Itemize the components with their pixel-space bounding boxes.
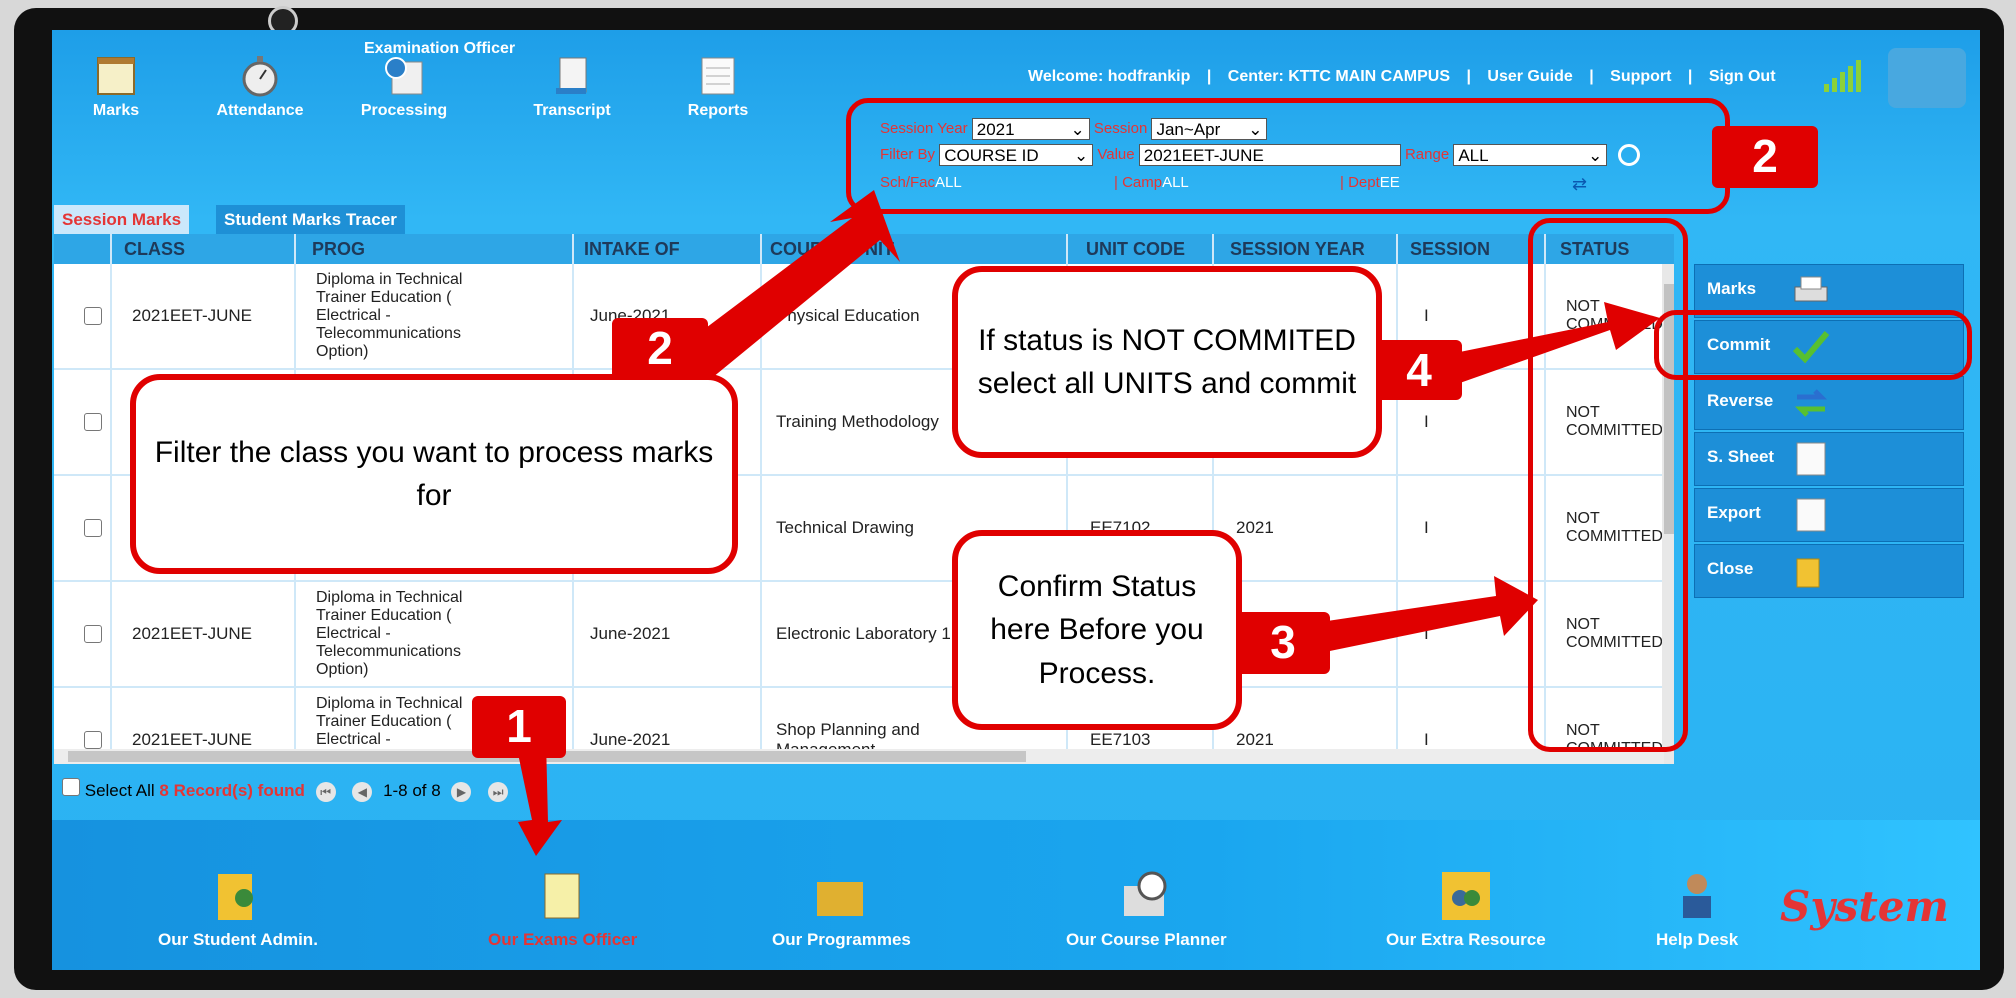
nav-processing[interactable]: Processing	[344, 54, 464, 120]
nav-course-planner[interactable]: Our Course Planner	[1066, 868, 1227, 950]
select-all-label: Select All	[84, 781, 155, 800]
top-links: Welcome: hodfrankip | Center: KTTC MAIN …	[1028, 68, 1776, 85]
bottom-nav: Our Student Admin. Our Exams Officer Our…	[52, 820, 1980, 970]
document-icon	[556, 57, 587, 94]
reverse-button[interactable]: Reverse	[1694, 376, 1964, 430]
close-button[interactable]: Close	[1694, 544, 1964, 598]
center-text: Center: KTTC MAIN CAMPUS	[1227, 68, 1450, 85]
commit-highlight	[1654, 310, 1972, 380]
nav-reports[interactable]: Reports	[658, 54, 778, 120]
folders-icon	[817, 882, 864, 916]
last-page-icon[interactable]: ⏭	[488, 781, 509, 802]
status-highlight	[1528, 218, 1688, 752]
record-count: 8 Record(s) found	[159, 781, 305, 800]
table-row[interactable]: 2021EET-JUNE Diploma in Technical Traine…	[54, 582, 1664, 688]
tab-session-marks[interactable]: Session Marks	[54, 205, 190, 235]
nav-programmes[interactable]: Our Programmes	[772, 868, 911, 950]
filter-highlight	[846, 98, 1730, 214]
horizontal-scrollbar[interactable]	[54, 749, 1664, 764]
system-logo: System	[1780, 882, 1949, 931]
notepad-icon	[97, 57, 135, 95]
export-icon	[1796, 498, 1826, 532]
sheet-icon	[1796, 442, 1826, 476]
page-range: 1-8 of 8	[383, 781, 441, 800]
row-checkbox[interactable]	[84, 519, 102, 537]
step-4-badge: 4	[1376, 340, 1462, 400]
step-2-badge-top: 2	[1712, 126, 1818, 188]
sign-out-link[interactable]: Sign Out	[1709, 68, 1776, 85]
pager: Select All 8 Record(s) found ⏮ ◀ 1-8 of …	[62, 778, 514, 802]
row-checkbox[interactable]	[84, 625, 102, 643]
next-page-icon[interactable]: ▶	[451, 781, 472, 802]
select-all-checkbox[interactable]	[62, 778, 80, 796]
step-1-badge: 1	[472, 696, 566, 758]
prev-page-icon[interactable]: ◀	[352, 781, 373, 802]
step-2-badge: 2	[612, 318, 708, 380]
user-guide-link[interactable]: User Guide	[1487, 68, 1572, 85]
step-3-badge: 3	[1236, 612, 1330, 674]
reverse-arrows-icon	[1794, 389, 1828, 417]
nav-exams-officer[interactable]: Our Exams Officer	[488, 868, 637, 950]
users-icon	[1441, 872, 1490, 920]
nav-marks[interactable]: Marks	[56, 54, 176, 120]
row-checkbox[interactable]	[84, 731, 102, 749]
stopwatch-icon	[242, 56, 278, 97]
row-checkbox[interactable]	[84, 307, 102, 325]
confirm-callout: Confirm Status here Before you Process.	[952, 530, 1242, 730]
export-button[interactable]: Export	[1694, 488, 1964, 542]
welcome-text: Welcome: hodfrankip	[1028, 68, 1191, 85]
notepad-icon	[544, 873, 580, 919]
first-page-icon[interactable]: ⏮	[315, 781, 336, 802]
tab-student-marks-tracer[interactable]: Student Marks Tracer	[216, 205, 405, 235]
commit-callout: If status is NOT COMMITED select all UNI…	[952, 266, 1382, 458]
printer-icon	[1794, 276, 1828, 302]
score-sheet-button[interactable]: S. Sheet	[1694, 432, 1964, 486]
gear-doc-icon	[385, 57, 423, 95]
nav-student-admin[interactable]: Our Student Admin.	[158, 868, 318, 950]
filter-callout: Filter the class you want to process mar…	[130, 374, 738, 574]
report-icon	[701, 57, 735, 95]
folder-user-icon	[217, 874, 253, 920]
table-header: CLASS PROG INTAKE OF COURSE UNIT UNIT CO…	[54, 234, 1674, 264]
nav-attendance[interactable]: Attendance	[200, 54, 320, 120]
kttc-logo	[1888, 48, 1966, 108]
row-checkbox[interactable]	[84, 413, 102, 431]
signal-icon	[1824, 60, 1861, 92]
support-link[interactable]: Support	[1610, 68, 1671, 85]
nav-help-desk[interactable]: Help Desk	[1656, 868, 1738, 950]
clock-planner-icon	[1124, 871, 1167, 916]
folder-icon	[1796, 558, 1820, 588]
help-desk-icon	[1683, 874, 1712, 918]
nav-transcript[interactable]: Transcript	[512, 54, 632, 120]
nav-extra-resource[interactable]: Our Extra Resource	[1386, 868, 1546, 950]
